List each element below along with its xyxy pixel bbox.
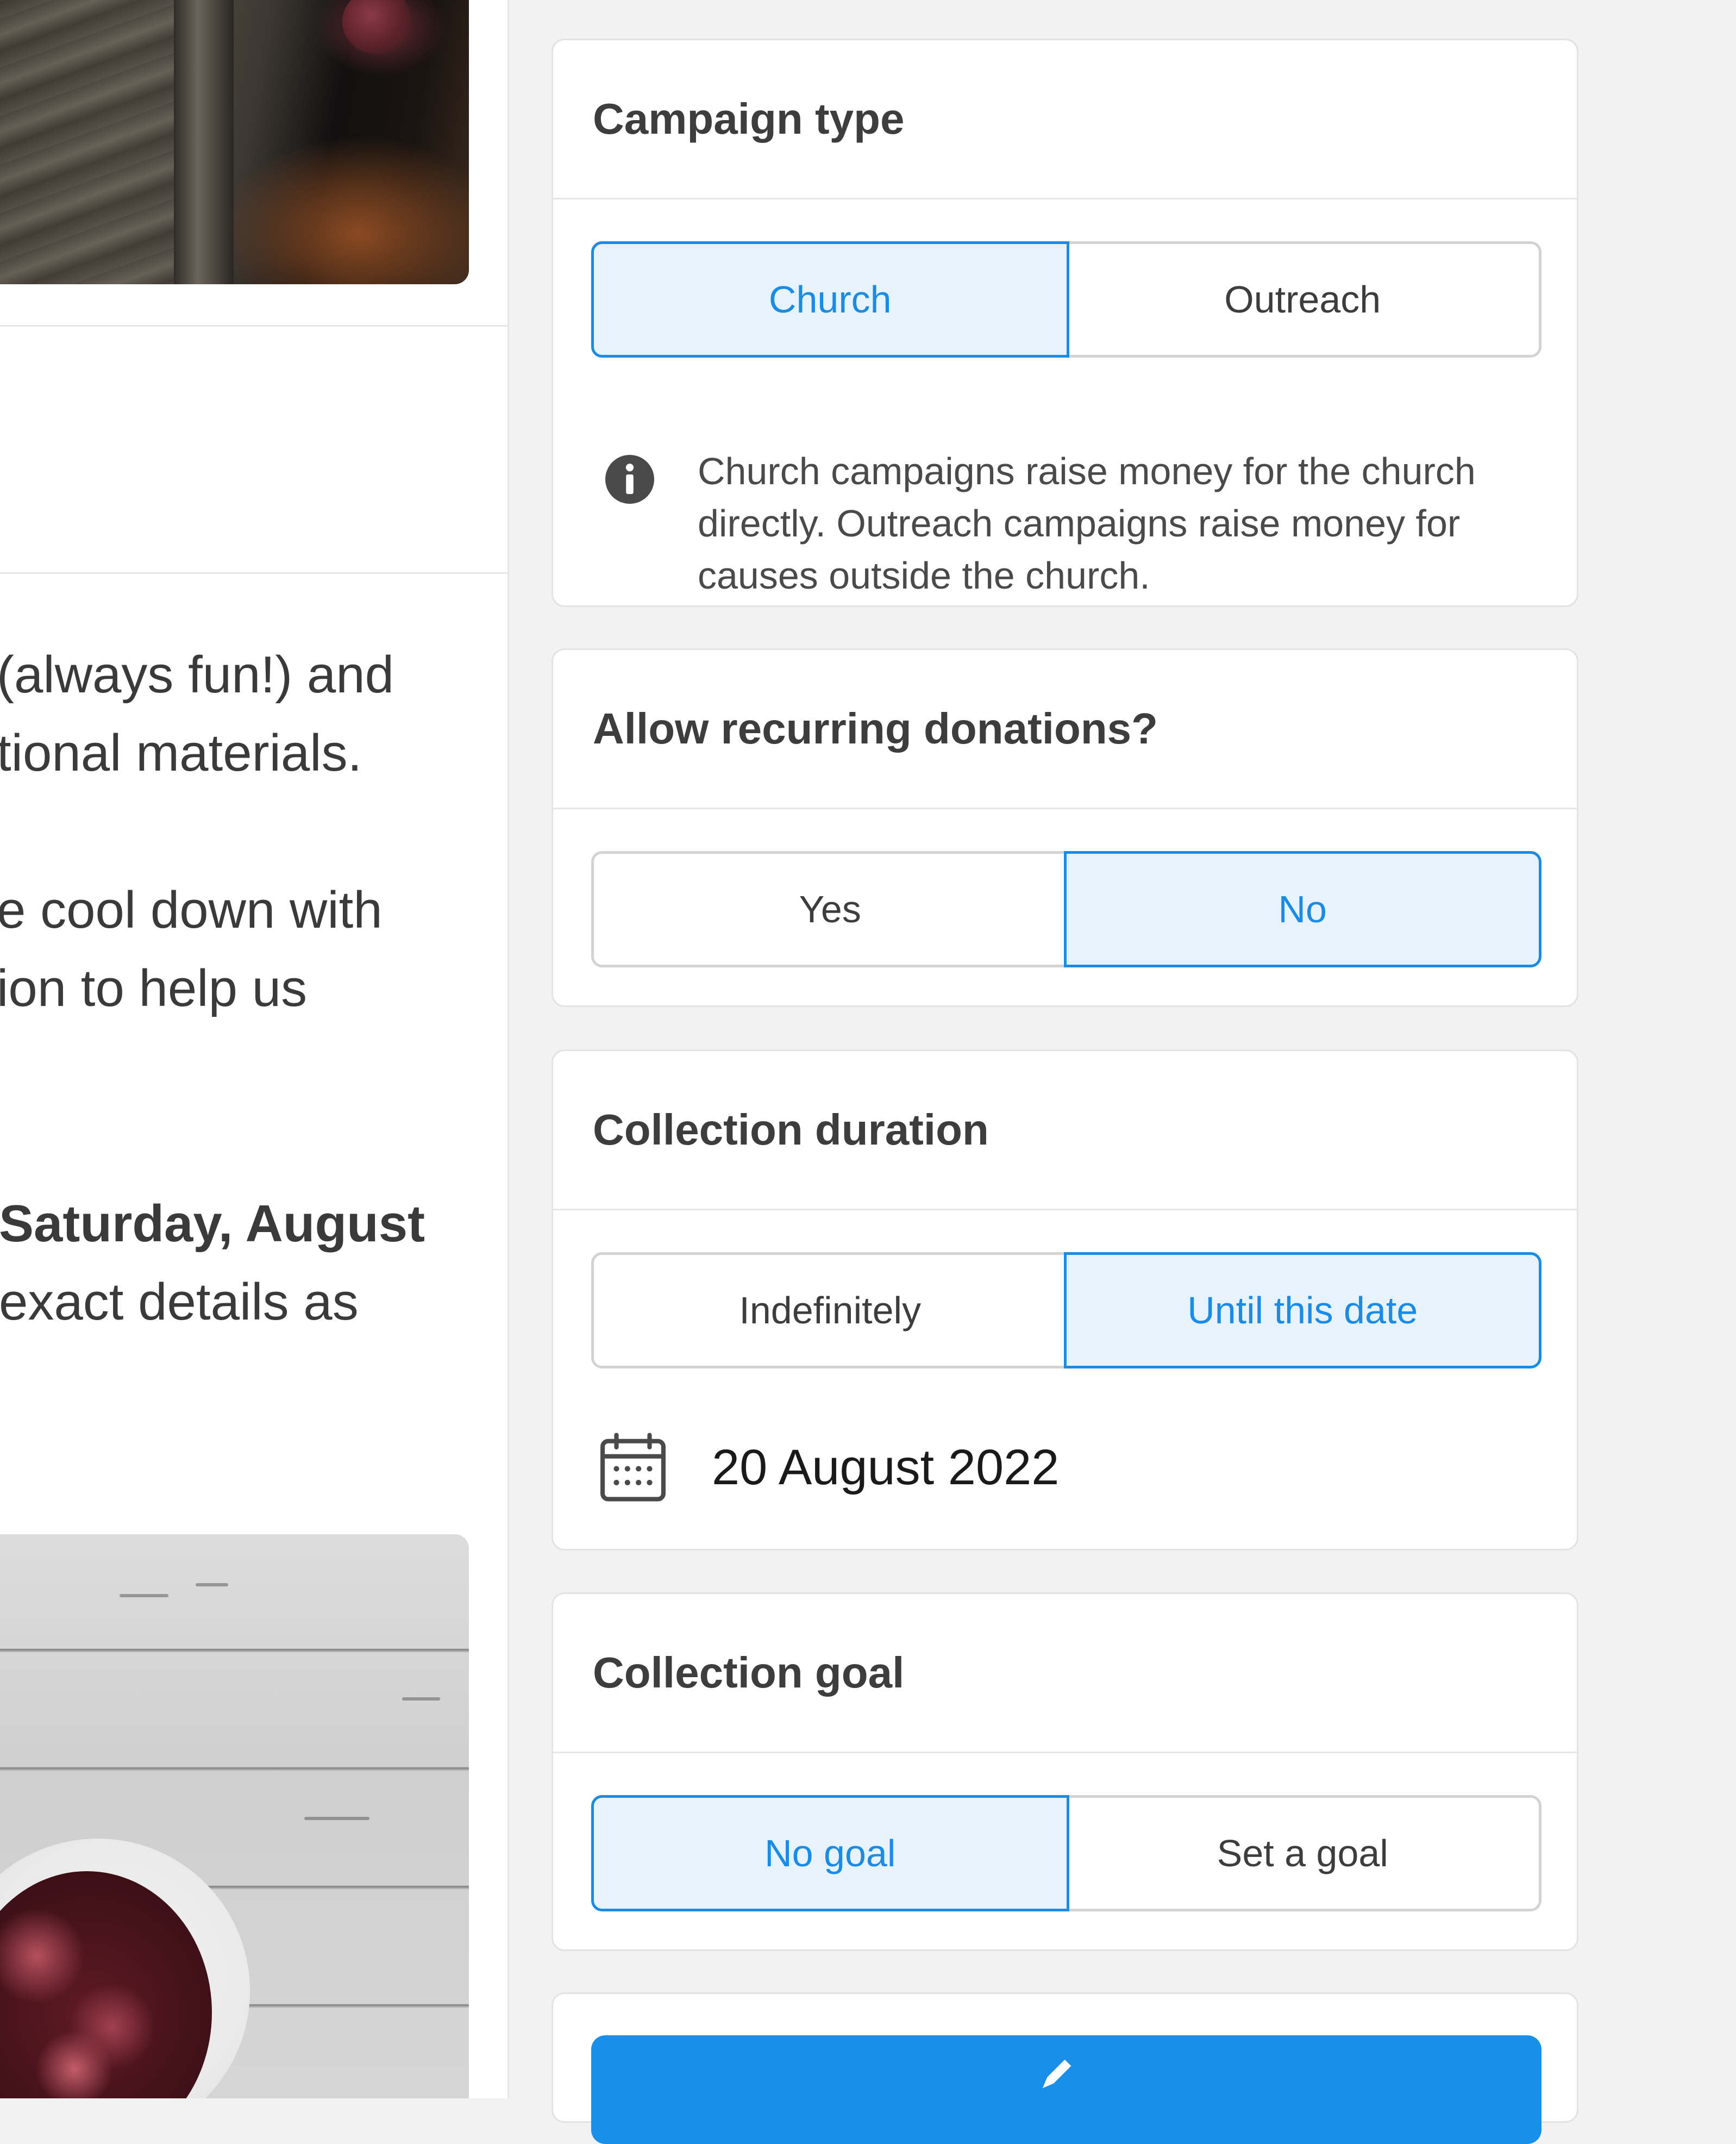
- card-header: Collection duration: [553, 1051, 1577, 1210]
- collection-duration-toggle: Indefinitely Until this date: [591, 1252, 1541, 1368]
- option-set-a-goal[interactable]: Set a goal: [1066, 1798, 1539, 1909]
- campaign-type-card: Campaign type Church Outreach Church cam…: [551, 39, 1578, 607]
- campaign-header-photo: [0, 0, 469, 284]
- edit-icon: [1042, 2059, 1071, 2089]
- card-header: Campaign type: [553, 40, 1577, 199]
- option-church[interactable]: Church: [591, 241, 1069, 358]
- collection-duration-card: Collection duration Indefinitely Until t…: [551, 1049, 1578, 1551]
- description-line: e cool down with: [0, 881, 383, 939]
- description-line: ion to help us: [0, 959, 308, 1017]
- option-yes[interactable]: Yes: [594, 854, 1067, 965]
- info-text: Church campaigns raise money for the chu…: [698, 450, 1476, 597]
- option-until-this-date[interactable]: Until this date: [1063, 1252, 1541, 1368]
- card-title: Collection goal: [593, 1648, 905, 1697]
- card-header: Allow recurring donations?: [553, 650, 1577, 809]
- option-no-goal[interactable]: No goal: [591, 1795, 1069, 1911]
- card-title: Campaign type: [593, 95, 905, 143]
- recurring-donations-card: Allow recurring donations? Yes No: [551, 648, 1578, 1007]
- collection-goal-card: Collection goal No goal Set a goal: [551, 1592, 1578, 1951]
- option-no[interactable]: No: [1063, 851, 1541, 967]
- calendar-icon: [600, 1433, 666, 1502]
- description-event-date: Saturday, August: [0, 1195, 425, 1253]
- end-date-value: 20 August 2022: [712, 1439, 1060, 1495]
- primary-action-button[interactable]: [591, 2035, 1541, 2144]
- card-title: Allow recurring donations?: [593, 704, 1158, 753]
- option-outreach[interactable]: Outreach: [1066, 244, 1539, 355]
- description-line: exact details as: [0, 1273, 359, 1331]
- campaign-body-photo: [0, 1534, 469, 2098]
- description-line: (always fun!) and: [0, 646, 394, 704]
- collection-goal-toggle: No goal Set a goal: [591, 1795, 1541, 1911]
- recurring-donations-toggle: Yes No: [591, 851, 1541, 967]
- option-indefinitely[interactable]: Indefinitely: [594, 1255, 1067, 1366]
- action-card: [551, 1992, 1578, 2144]
- card-title: Collection duration: [593, 1105, 989, 1154]
- end-date-picker[interactable]: 20 August 2022: [600, 1433, 1059, 1502]
- card-header: Collection goal: [553, 1594, 1577, 1753]
- campaign-type-toggle: Church Outreach: [591, 241, 1541, 358]
- info-circle-icon: [605, 455, 654, 504]
- divider: [0, 325, 507, 327]
- campaign-description-column: (always fun!) and tional materials. e co…: [0, 0, 509, 2098]
- campaign-type-info: Church campaigns raise money for the chu…: [605, 445, 1540, 602]
- description-line: tional materials.: [0, 724, 362, 782]
- divider: [0, 572, 507, 574]
